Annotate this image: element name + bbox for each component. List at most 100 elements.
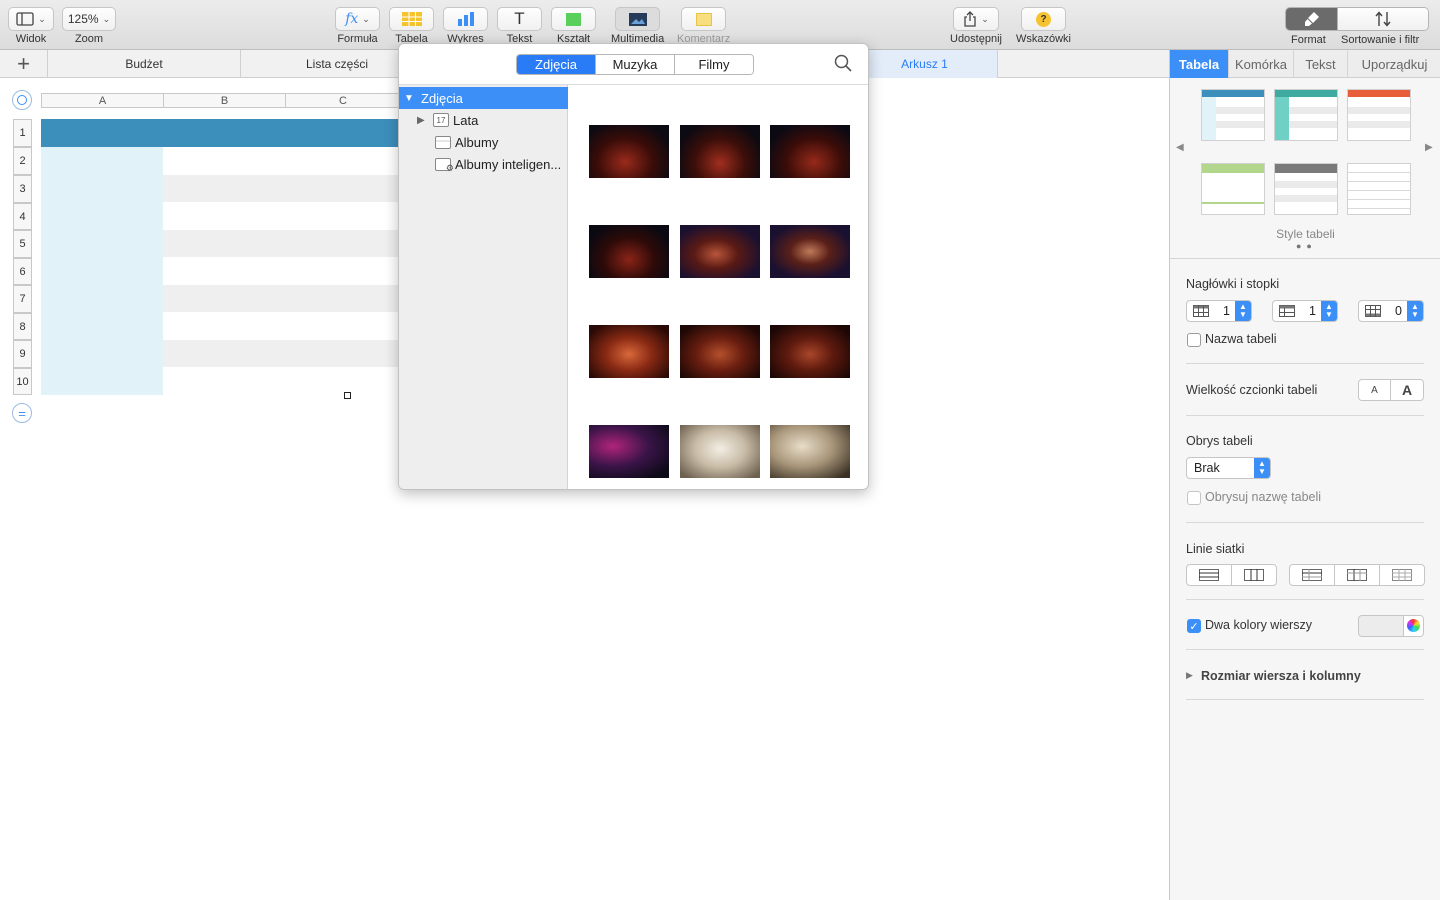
stepper-arrows-icon[interactable]: ▲ ▼ (1321, 301, 1337, 321)
header-columns-stepper[interactable]: 1 ▲ ▼ (1272, 300, 1338, 322)
row-header-8[interactable]: 8 (13, 313, 32, 340)
gridline-header-row-button[interactable] (1289, 564, 1335, 586)
tab-arrange[interactable]: Uporządkuj (1348, 50, 1440, 78)
photo-thumbnail[interactable] (770, 125, 850, 178)
photo-thumbnail[interactable] (770, 225, 850, 278)
footer-rows-stepper[interactable]: 0 ▲ ▼ (1358, 300, 1424, 322)
table-style-blue[interactable] (1201, 89, 1265, 141)
header-rows-stepper[interactable]: 1 ▲ ▼ (1186, 300, 1252, 322)
comment-button[interactable] (681, 7, 727, 31)
outline-name-checkbox[interactable] (1187, 491, 1201, 505)
column-header-b[interactable]: B (163, 93, 286, 108)
text-control[interactable]: T Tekst (497, 7, 542, 45)
alternating-rows-checkbox[interactable]: ✓ (1187, 619, 1201, 633)
photo-thumbnail[interactable] (770, 425, 850, 478)
row-header-10[interactable]: 10 (13, 368, 32, 395)
table-style-teal[interactable] (1274, 89, 1338, 141)
tab-cell[interactable]: Komórka (1229, 50, 1294, 78)
tab-text[interactable]: Tekst (1294, 50, 1348, 78)
stepper-arrows-icon[interactable]: ▲ ▼ (1407, 301, 1423, 321)
page-dots[interactable]: ●● (1296, 241, 1317, 251)
shape-control[interactable]: Kształt (551, 7, 596, 45)
formula-button[interactable]: fx ⌄ (335, 7, 380, 31)
zoom-control[interactable]: 125% ⌄ Zoom (62, 7, 116, 45)
row-header-5[interactable]: 5 (13, 230, 32, 258)
sidebar-item-photos-root[interactable]: ▼ Zdjęcia (399, 87, 568, 109)
photo-thumbnail[interactable] (770, 325, 850, 378)
tab-photos[interactable]: Zdjęcia (517, 55, 595, 74)
table-row-stripe[interactable] (163, 285, 401, 312)
gridline-vertical-body-button[interactable] (1231, 564, 1277, 586)
sidebar-item-years[interactable]: ▶ 17 Lata (399, 109, 568, 131)
share-control[interactable]: ⌄ Udostępnij (950, 7, 1002, 45)
photo-thumbnail[interactable] (680, 425, 760, 478)
table-control[interactable]: Tabela (389, 7, 434, 45)
formula-control[interactable]: fx ⌄ Formuła (335, 7, 380, 45)
row-header-9[interactable]: 9 (13, 340, 32, 368)
table-name-checkbox[interactable] (1187, 333, 1201, 347)
increase-font-button[interactable]: A (1390, 379, 1424, 401)
decrease-font-button[interactable]: A (1358, 379, 1391, 401)
sidebar-item-smart-albums[interactable]: ⚙ Albumy inteligen... (399, 153, 568, 175)
add-row-handle[interactable]: = (12, 403, 32, 423)
column-header-a[interactable]: A (41, 93, 164, 108)
share-button[interactable]: ⌄ (952, 7, 999, 31)
alternating-row-color-well[interactable] (1358, 615, 1424, 637)
media-button[interactable] (615, 7, 661, 31)
table-style-gray[interactable] (1274, 163, 1338, 215)
table-select-handle[interactable] (12, 90, 32, 110)
gridline-horizontal-body-button[interactable] (1186, 564, 1232, 586)
table-style-red[interactable] (1347, 89, 1411, 141)
row-column-size-title[interactable]: Rozmiar wiersza i kolumny (1201, 669, 1361, 683)
view-control[interactable]: ⌄ Widok (8, 7, 54, 45)
photo-thumbnail[interactable] (680, 325, 760, 378)
photo-thumbnail[interactable] (680, 125, 760, 178)
sidebar-item-albums[interactable]: Albumy (399, 131, 568, 153)
chart-button[interactable] (443, 7, 488, 31)
tips-button[interactable]: ? (1021, 7, 1066, 31)
comment-control[interactable]: Komentarz (677, 7, 730, 45)
table-row-stripe[interactable] (163, 175, 401, 202)
table-style-green[interactable] (1201, 163, 1265, 215)
next-styles-arrow[interactable]: ▶ (1425, 142, 1433, 153)
resize-handle[interactable] (344, 392, 351, 399)
row-header-2[interactable]: 2 (13, 147, 32, 175)
view-button[interactable]: ⌄ (8, 7, 54, 31)
tab-table[interactable]: Tabela (1170, 50, 1229, 78)
outline-style-select[interactable]: Brak ▲ ▼ (1186, 457, 1271, 479)
zoom-button[interactable]: 125% ⌄ (62, 7, 116, 31)
previous-styles-arrow[interactable]: ◀ (1176, 142, 1184, 153)
column-header-c[interactable]: C (285, 93, 401, 108)
sheet-tab-budzet[interactable]: Budżet (48, 50, 241, 78)
row-header-4[interactable]: 4 (13, 203, 32, 230)
table-style-plain[interactable] (1347, 163, 1411, 215)
table-header-row[interactable] (41, 119, 401, 147)
tips-control[interactable]: ? Wskazówki (1016, 7, 1071, 45)
shape-button[interactable] (551, 7, 596, 31)
row-header-6[interactable]: 6 (13, 258, 32, 285)
table-button[interactable] (389, 7, 434, 31)
photo-thumbnail[interactable] (589, 225, 669, 278)
row-header-7[interactable]: 7 (13, 285, 32, 313)
sort-filter-button[interactable] (1337, 8, 1428, 30)
table-row-stripe[interactable] (163, 230, 401, 257)
select-arrows-icon[interactable]: ▲ ▼ (1254, 458, 1270, 478)
gridline-footer-button[interactable] (1379, 564, 1425, 586)
sheet-tab-arkusz-1[interactable]: Arkusz 1 (852, 50, 998, 78)
text-button[interactable]: T (497, 7, 542, 31)
tab-movies[interactable]: Filmy (674, 55, 753, 74)
photo-thumbnail[interactable] (589, 325, 669, 378)
gridline-header-column-button[interactable] (1334, 564, 1380, 586)
tab-music[interactable]: Muzyka (595, 55, 674, 74)
format-button[interactable] (1286, 8, 1337, 30)
disclosure-closed-icon[interactable]: ▶ (1186, 670, 1193, 681)
photo-thumbnail[interactable] (589, 425, 669, 478)
table-header-column[interactable] (41, 147, 163, 395)
search-button[interactable] (834, 54, 852, 77)
add-sheet-button[interactable]: + (0, 50, 48, 78)
stepper-arrows-icon[interactable]: ▲ ▼ (1235, 301, 1251, 321)
chart-control[interactable]: Wykres (443, 7, 488, 45)
media-control[interactable]: Multimedia (611, 7, 664, 45)
table-row-stripe[interactable] (163, 340, 401, 367)
photo-thumbnail[interactable] (680, 225, 760, 278)
